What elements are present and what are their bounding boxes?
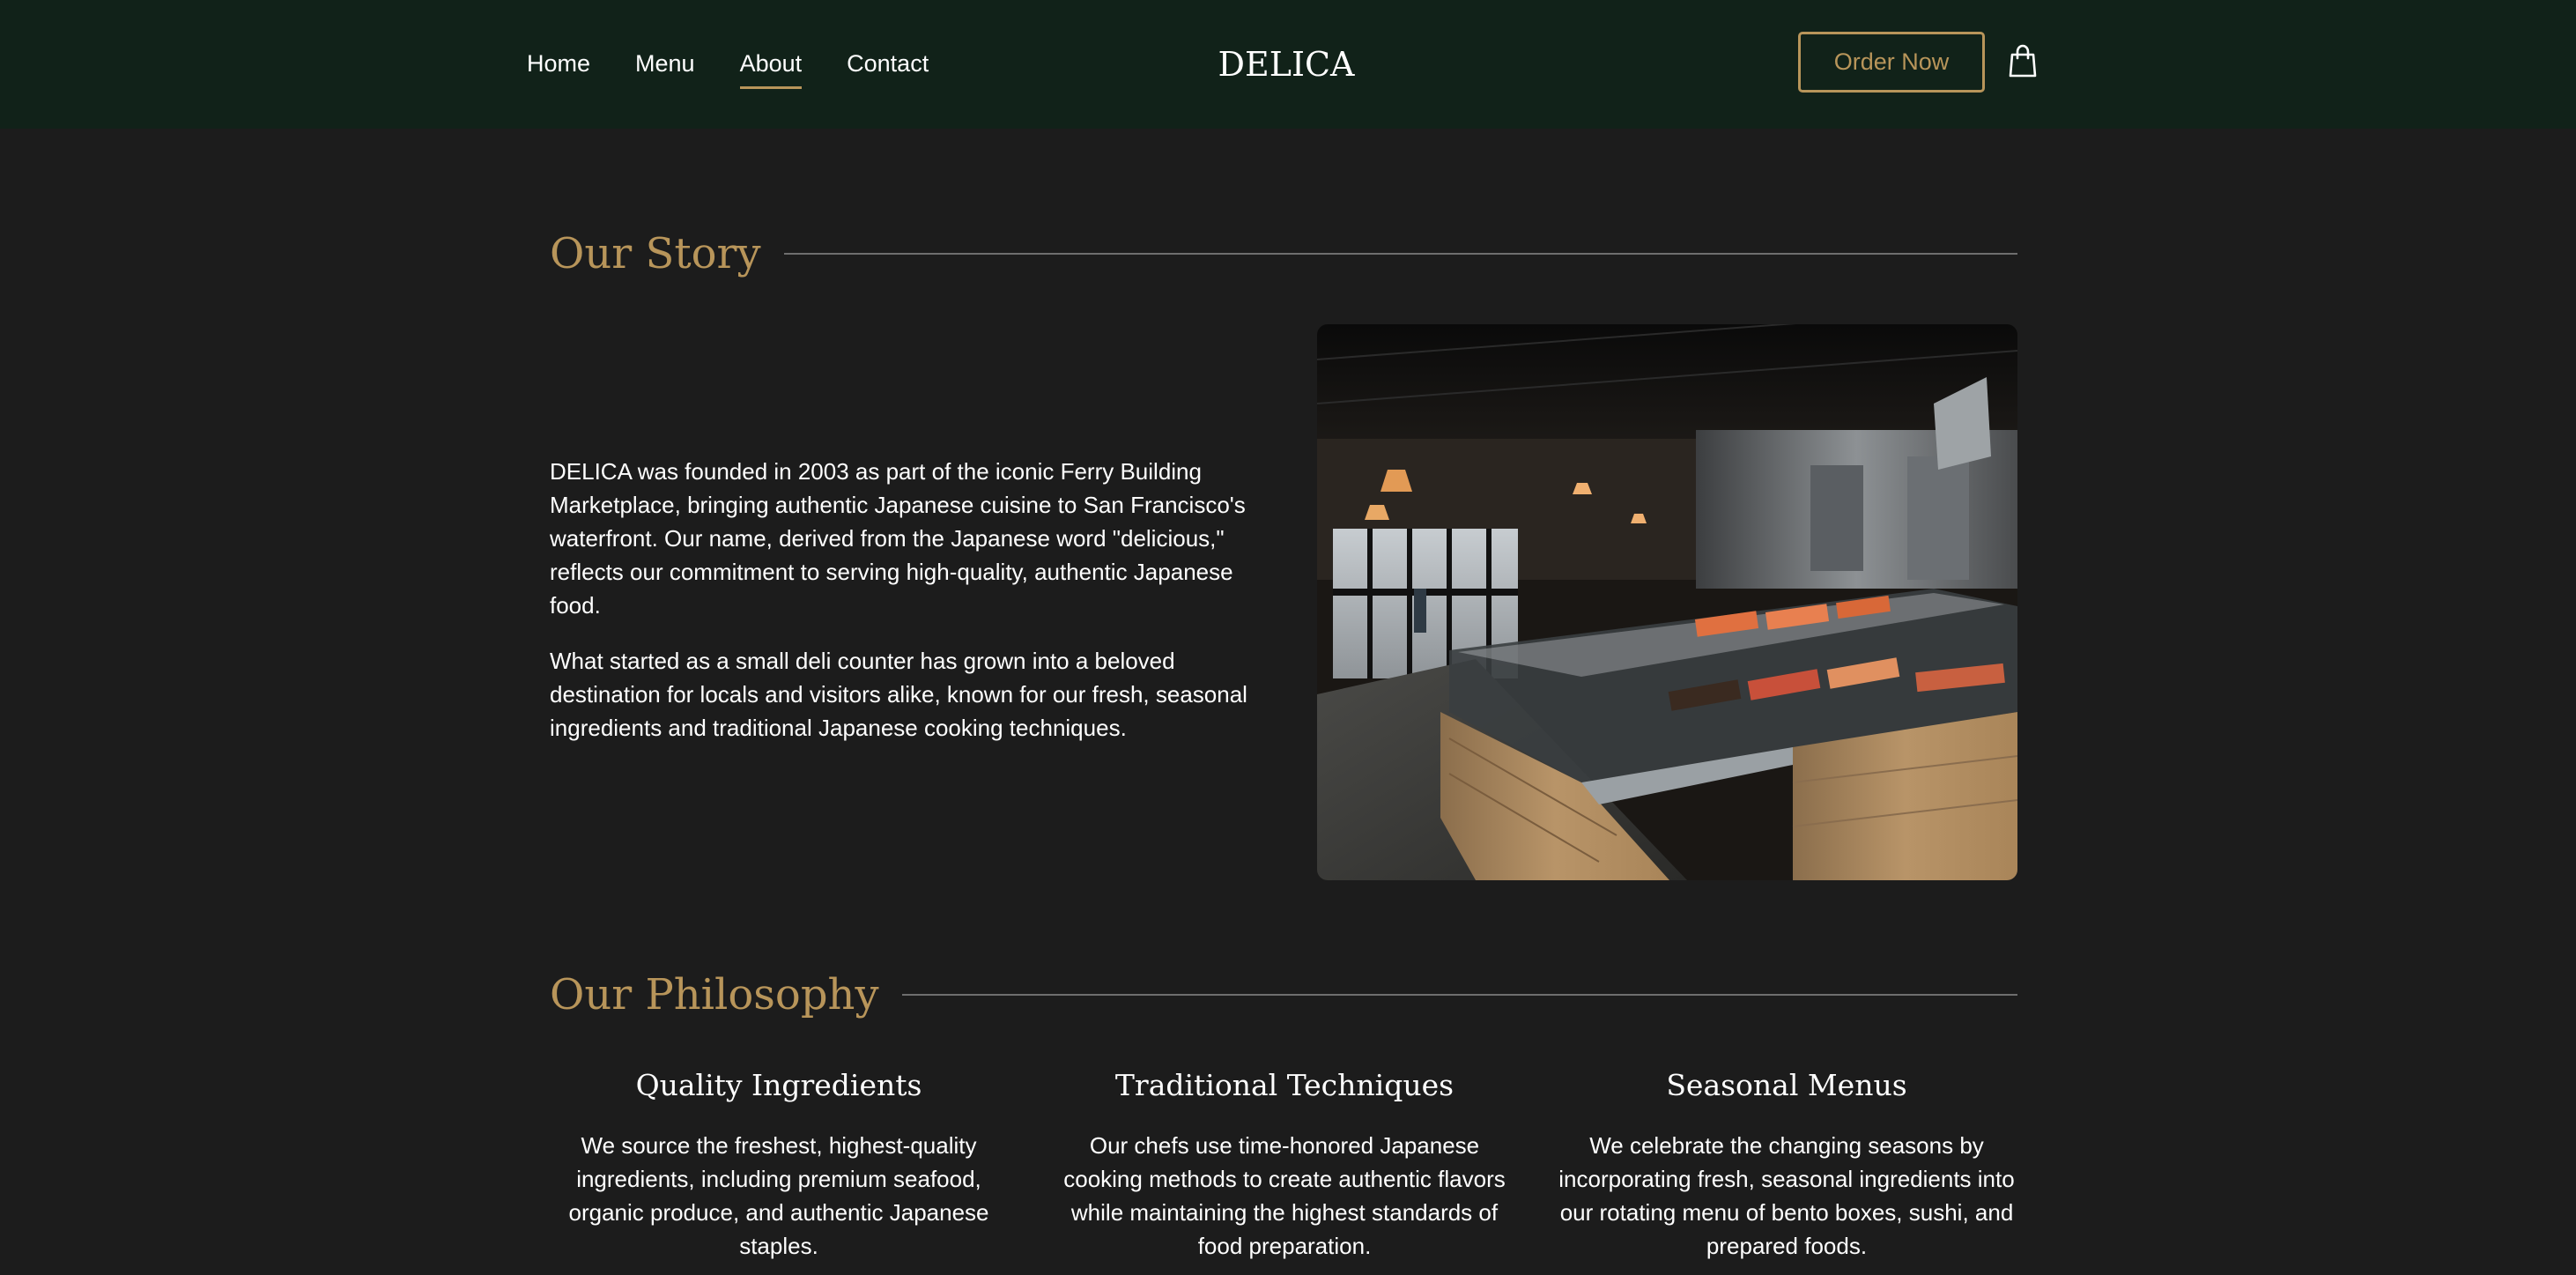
top-navbar: Home Menu About Contact DELICA Order Now (0, 0, 2576, 129)
philosophy-card-quality: Quality Ingredients We source the freshe… (550, 1066, 1008, 1263)
nav-link-contact[interactable]: Contact (847, 50, 929, 79)
heading-divider (901, 994, 2017, 996)
section-title: Our Philosophy (550, 970, 879, 1019)
card-text: Our chefs use time-honored Japanese cook… (1063, 1132, 1506, 1259)
philosophy-card-seasonal: Seasonal Menus We celebrate the changing… (1558, 1066, 2016, 1263)
philosophy-card-techniques: Traditional Techniques Our chefs use tim… (1055, 1066, 1514, 1263)
card-title: Seasonal Menus (1666, 1068, 1907, 1102)
story-paragraph: What started as a small deli counter has… (550, 648, 1247, 741)
story-paragraph: DELICA was founded in 2003 as part of th… (550, 458, 1246, 619)
nav-link-about[interactable]: About (739, 50, 802, 89)
our-philosophy-heading: Our Philosophy (550, 970, 2017, 1019)
brand-logo[interactable]: DELICA (1218, 0, 1355, 129)
card-title: Traditional Techniques (1114, 1068, 1455, 1102)
order-now-button[interactable]: Order Now (1798, 32, 1985, 93)
card-text: We source the freshest, highest-quality … (568, 1132, 989, 1259)
deli-interior-illustration (1317, 324, 2017, 880)
shopping-bag-icon[interactable] (2009, 44, 2037, 78)
our-story-heading: Our Story (550, 229, 2017, 278)
nav-link-home[interactable]: Home (527, 50, 590, 79)
story-text: DELICA was founded in 2003 as part of th… (550, 455, 1255, 767)
card-title: Quality Ingredients (635, 1068, 922, 1102)
nav-link-menu[interactable]: Menu (635, 50, 695, 79)
deli-interior-photo (1317, 324, 2017, 880)
card-text: We celebrate the changing seasons by inc… (1558, 1132, 2015, 1259)
section-title: Our Story (550, 229, 761, 278)
heading-divider (783, 253, 2017, 255)
main-nav: Home Menu About Contact (527, 0, 973, 129)
